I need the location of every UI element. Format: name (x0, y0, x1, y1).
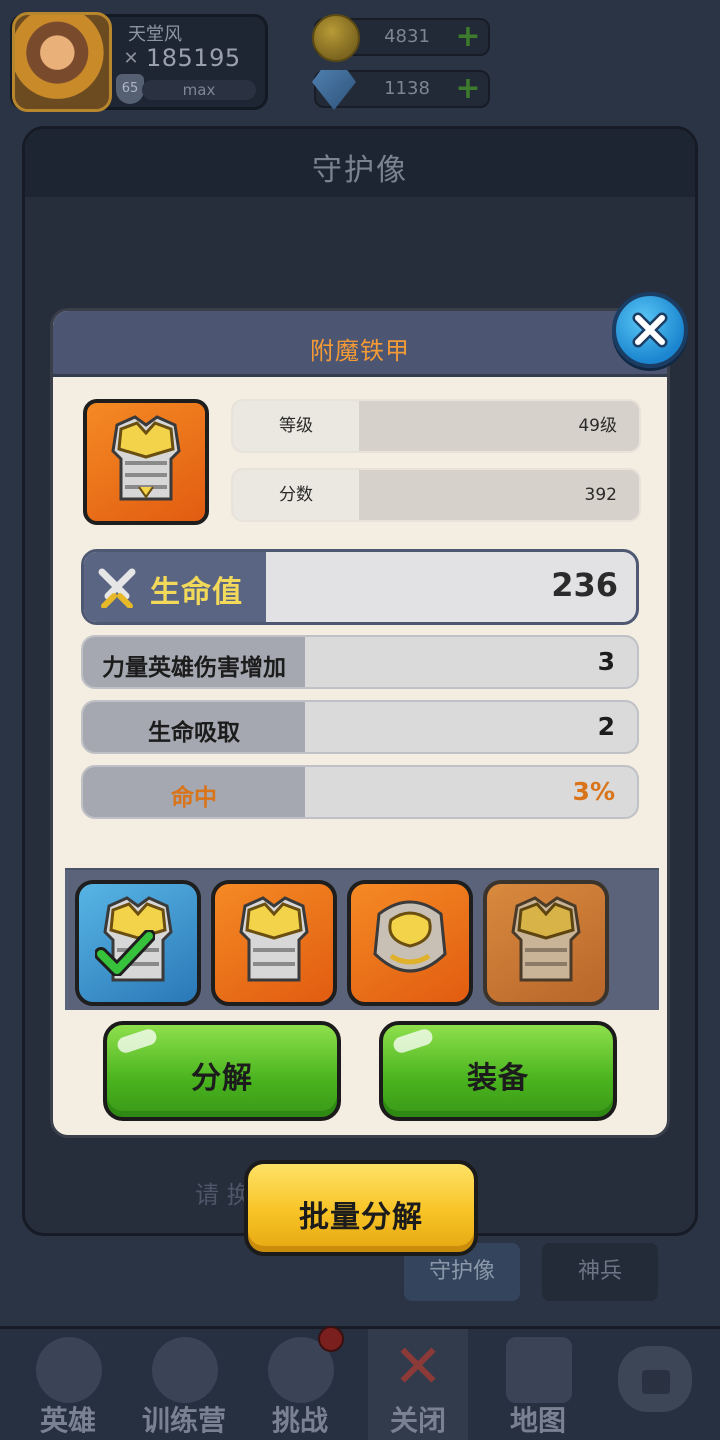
tab-divine-weapon[interactable]: 神兵 (542, 1243, 658, 1301)
panel-title: 守护像 (312, 153, 408, 188)
dialog-header: 附魔铁甲 (53, 311, 667, 377)
equip-button[interactable]: 装备 (379, 1021, 617, 1121)
decompose-label: 分解 (191, 1061, 253, 1096)
power-icon: ✕ (123, 48, 139, 69)
checkmark-icon (95, 930, 155, 976)
sub-stat-row: 生命吸取 2 (81, 700, 639, 754)
add-gold-button[interactable]: + (454, 22, 482, 52)
armor-icon (239, 896, 309, 982)
level-row: 等级 49级 (231, 399, 641, 453)
lock-icon (642, 1370, 670, 1394)
player-power: 185195 (146, 44, 241, 72)
button-shine (115, 1027, 159, 1055)
nav-close-label: 关闭 (389, 1404, 446, 1437)
equip-label: 装备 (467, 1061, 529, 1096)
sub-stat-label: 力量英雄伤害增加 (102, 655, 286, 681)
nav-close[interactable]: ✕ 关闭 (368, 1329, 468, 1440)
level-value: 49级 (578, 416, 617, 436)
nav-challenge-label: 挑战 (271, 1404, 328, 1437)
exp-bar: max (142, 80, 256, 100)
batch-decompose-label: 批量分解 (299, 1200, 423, 1235)
add-gem-button[interactable]: + (454, 74, 482, 104)
level-shield-icon: 65 (116, 74, 144, 104)
sword-icon (98, 568, 136, 608)
main-stat-value: 236 (551, 566, 618, 604)
equip-slot[interactable] (483, 880, 609, 1006)
sub-stat-label: 生命吸取 (148, 720, 240, 746)
sub-stat-label: 命中 (171, 785, 217, 811)
batch-decompose-button[interactable]: 批量分解 (244, 1160, 478, 1256)
gold-bar: 4831 + (312, 14, 490, 62)
notification-dot (318, 1326, 344, 1352)
main-stat-row: 生命值 236 (81, 549, 639, 625)
sub-stat-row: 力量英雄伤害增加 3 (81, 635, 639, 689)
equipment-dialog: 附魔铁甲 等级 49级 分数 392 生命值 236 力量英雄伤害增加 3 生命… (50, 308, 670, 1138)
close-icon (632, 312, 668, 348)
diamond-icon (312, 70, 356, 110)
equip-slot[interactable] (211, 880, 337, 1006)
score-row: 分数 392 (231, 468, 641, 522)
item-armor-icon (83, 399, 209, 525)
gem-amount: 1138 (384, 78, 430, 99)
heroes-icon (36, 1337, 102, 1403)
gem-bar: 1138 + (312, 70, 490, 110)
sub-stat-value: 3% (572, 777, 615, 806)
nav-map[interactable]: 地图 (480, 1329, 596, 1440)
nav-map-label: 地图 (509, 1404, 566, 1437)
training-icon (152, 1337, 218, 1403)
locked-nav-item[interactable] (618, 1346, 692, 1412)
button-shine (391, 1027, 435, 1055)
panel-header: 守护像 (25, 129, 695, 197)
sub-stat-row: 命中 3% (81, 765, 639, 819)
decompose-button[interactable]: 分解 (103, 1021, 341, 1121)
nav-heroes[interactable]: 英雄 (10, 1329, 126, 1440)
equip-slot[interactable] (347, 880, 473, 1006)
bottom-nav: 英雄 训练营 挑战 ✕ 关闭 地图 (0, 1326, 720, 1440)
player-name: 天堂风 (128, 24, 182, 45)
level-label: 等级 (233, 401, 359, 451)
gold-amount: 4831 (384, 26, 430, 47)
nav-training-label: 训练营 (141, 1404, 226, 1437)
equip-slot-selected[interactable] (75, 880, 201, 1006)
dialog-title: 附魔铁甲 (310, 337, 410, 365)
nav-heroes-label: 英雄 (39, 1404, 96, 1437)
sub-stat-value: 2 (597, 712, 615, 741)
map-icon (506, 1337, 572, 1403)
main-stat-label: 生命值 (150, 575, 243, 610)
heavy-armor-icon (373, 900, 447, 973)
nav-training[interactable]: 训练营 (126, 1329, 242, 1440)
score-label: 分数 (233, 470, 359, 520)
score-value: 392 (584, 485, 617, 505)
armor-icon (511, 896, 581, 982)
sub-stat-value: 3 (597, 647, 615, 676)
close-dialog-button[interactable] (612, 292, 688, 368)
close-x-icon: ✕ (392, 1332, 444, 1402)
equipment-strip (65, 868, 659, 1010)
gold-coin-icon (312, 14, 360, 62)
player-avatar[interactable] (12, 12, 112, 112)
